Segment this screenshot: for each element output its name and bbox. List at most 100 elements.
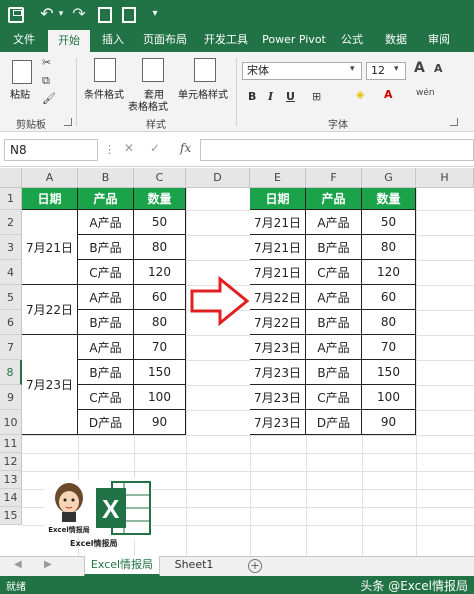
left-table-product-cell[interactable]: A产品 [78, 285, 134, 310]
cell-styles-icon[interactable] [194, 58, 216, 82]
paste-icon[interactable] [12, 60, 32, 84]
column-header-e[interactable]: E [250, 168, 306, 188]
italic-button[interactable]: I [268, 90, 273, 103]
tab-data[interactable]: 数据 [376, 30, 416, 52]
cancel-icon[interactable]: ✕ [124, 141, 134, 155]
phonetic-guide-icon[interactable]: wén [416, 88, 435, 98]
row-header-6[interactable]: 6 [0, 310, 22, 335]
right-table-cell[interactable]: 100 [362, 385, 416, 410]
right-table-cell[interactable]: B产品 [306, 235, 362, 260]
left-table-product-cell[interactable]: B产品 [78, 235, 134, 260]
left-table-product-cell[interactable]: A产品 [78, 335, 134, 360]
conditional-format-label[interactable]: 条件格式 [84, 86, 124, 101]
right-table-cell[interactable]: 60 [362, 285, 416, 310]
format-as-table-icon[interactable] [142, 58, 164, 82]
select-all-corner[interactable] [0, 168, 22, 188]
sheet-tab-sheet1[interactable]: Sheet1 [166, 556, 222, 576]
tab-file[interactable]: 文件 [4, 30, 44, 52]
customize-toolbar-icon[interactable]: ▾ [146, 5, 164, 23]
save-icon[interactable] [8, 7, 24, 23]
enter-icon[interactable]: ✓ [150, 141, 160, 155]
row-header-5[interactable]: 5 [0, 285, 22, 310]
fill-color-icon[interactable]: ◈ [356, 88, 364, 101]
left-table-header[interactable]: 日期 [22, 188, 78, 210]
column-header-a[interactable]: A [22, 168, 78, 188]
right-table-cell[interactable]: 7月22日 [250, 310, 306, 335]
format-painter-icon[interactable]: 🖌 [42, 92, 56, 105]
redo-icon[interactable]: ↷ [70, 5, 88, 23]
left-table-header[interactable]: 数量 [134, 188, 186, 210]
left-table-qty-cell[interactable]: 80 [134, 235, 186, 260]
tab-home[interactable]: 开始 [48, 30, 90, 52]
worksheet-grid[interactable]: A B C D E F G H 1 2 3 4 5 6 7 8 9 10 11 12 13 14 15 日期 产品 数量 7月21日… [0, 168, 474, 560]
clipboard-launcher-icon[interactable] [64, 118, 72, 126]
tab-review[interactable]: 审阅 [420, 30, 458, 52]
print-preview-icon[interactable] [98, 7, 112, 23]
column-header-h[interactable]: H [416, 168, 474, 188]
insert-function-icon[interactable]: fx [180, 141, 191, 155]
right-table-cell[interactable]: 7月21日 [250, 235, 306, 260]
font-name-dropdown-icon[interactable]: ▾ [350, 64, 355, 74]
column-header-f[interactable]: F [306, 168, 362, 188]
undo-icon[interactable]: ↶ [38, 5, 56, 23]
bold-button[interactable]: B [248, 90, 256, 103]
conditional-format-icon[interactable] [94, 58, 116, 82]
right-table-header[interactable]: 产品 [306, 188, 362, 210]
new-document-icon[interactable] [122, 7, 136, 23]
sheet-tab-excel-intel[interactable]: Excel情报局 [84, 556, 160, 576]
row-header-12[interactable]: 12 [0, 453, 22, 471]
left-table-qty-cell[interactable]: 80 [134, 310, 186, 335]
left-table-qty-cell[interactable]: 50 [134, 210, 186, 235]
right-table-cell[interactable]: A产品 [306, 335, 362, 360]
row-header-13[interactable]: 13 [0, 471, 22, 489]
right-table-cell[interactable]: 150 [362, 360, 416, 385]
paste-label[interactable]: 粘贴 [10, 86, 30, 101]
right-table-cell[interactable]: C产品 [306, 385, 362, 410]
right-table-cell[interactable]: 120 [362, 260, 416, 285]
row-header-10[interactable]: 10 [0, 410, 22, 435]
formula-input[interactable] [200, 139, 474, 161]
left-table-qty-cell[interactable]: 120 [134, 260, 186, 285]
right-table-cell[interactable]: A产品 [306, 210, 362, 235]
left-table-product-cell[interactable]: D产品 [78, 410, 134, 435]
left-table-qty-cell[interactable]: 90 [134, 410, 186, 435]
column-header-d[interactable]: D [186, 168, 250, 188]
undo-dropdown-icon[interactable]: ▾ [56, 5, 66, 23]
row-header-2[interactable]: 2 [0, 210, 22, 235]
right-table-cell[interactable]: 80 [362, 235, 416, 260]
right-table-cell[interactable]: 7月21日 [250, 260, 306, 285]
tab-insert[interactable]: 插入 [94, 30, 132, 52]
column-header-b[interactable]: B [78, 168, 134, 188]
decrease-font-icon[interactable]: A [434, 62, 443, 75]
left-table-date-cell[interactable]: 7月23日 [22, 335, 78, 435]
left-table-header[interactable]: 产品 [78, 188, 134, 210]
sheet-prev-icon[interactable]: ◀ [14, 559, 22, 570]
right-table-cell[interactable]: B产品 [306, 360, 362, 385]
row-header-4[interactable]: 4 [0, 260, 22, 285]
right-table-cell[interactable]: A产品 [306, 285, 362, 310]
right-table-cell[interactable]: B产品 [306, 310, 362, 335]
right-table-cell[interactable]: C产品 [306, 260, 362, 285]
column-header-g[interactable]: G [362, 168, 416, 188]
tab-power-pivot[interactable]: Power Pivot [258, 30, 330, 52]
right-table-cell[interactable]: D产品 [306, 410, 362, 435]
column-header-c[interactable]: C [134, 168, 186, 188]
row-header-7[interactable]: 7 [0, 335, 22, 360]
left-table-qty-cell[interactable]: 60 [134, 285, 186, 310]
font-color-icon[interactable]: A [384, 88, 393, 101]
add-sheet-button[interactable]: + [248, 559, 262, 573]
cell-styles-label[interactable]: 单元格样式 [178, 86, 228, 101]
name-box[interactable]: N8 [4, 139, 98, 161]
right-table-cell[interactable]: 7月21日 [250, 210, 306, 235]
right-table-cell[interactable]: 7月22日 [250, 285, 306, 310]
left-table-product-cell[interactable]: B产品 [78, 310, 134, 335]
right-table-cell[interactable]: 7月23日 [250, 360, 306, 385]
resize-handle-icon[interactable]: ⋮ [104, 143, 115, 156]
left-table-product-cell[interactable]: C产品 [78, 385, 134, 410]
right-table-cell[interactable]: 70 [362, 335, 416, 360]
right-table-cell[interactable]: 50 [362, 210, 416, 235]
increase-font-icon[interactable]: A [414, 60, 425, 76]
tab-formulas[interactable]: 公式 [334, 30, 370, 52]
row-header-1[interactable]: 1 [0, 188, 22, 210]
left-table-product-cell[interactable]: A产品 [78, 210, 134, 235]
